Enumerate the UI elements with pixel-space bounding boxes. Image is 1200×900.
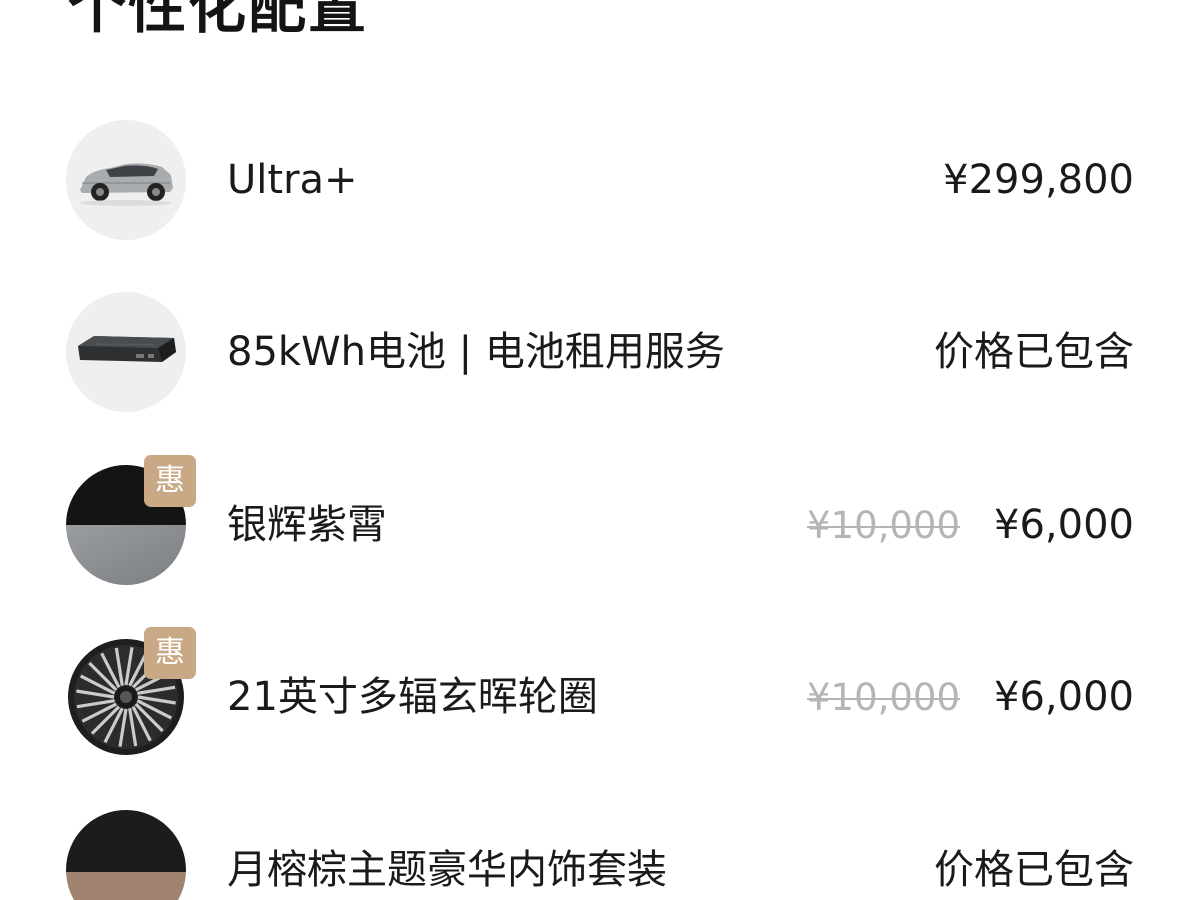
original-price: ¥10,000 <box>806 676 960 719</box>
item-name: 银辉紫霄 <box>227 502 387 548</box>
config-item-wheels[interactable]: 惠 21英寸多辐玄晖轮圈 ¥10,000 ¥6,000 <box>0 627 1200 767</box>
config-list: Ultra+ ¥299,800 85kWh电池 | 电池租用服务 价格已包含 惠… <box>0 0 1200 900</box>
config-item-paint[interactable]: 惠 银辉紫霄 ¥10,000 ¥6,000 <box>0 455 1200 595</box>
item-name: 85kWh电池 | 电池租用服务 <box>227 329 725 375</box>
item-price: ¥299,800 <box>943 157 1134 203</box>
config-item-interior[interactable]: 月榕棕主题豪华内饰套装 价格已包含 <box>0 810 1200 900</box>
interior-color-swatch <box>66 810 186 900</box>
item-price: 价格已包含 <box>934 847 1134 893</box>
item-name: 月榕棕主题豪华内饰套装 <box>227 847 667 893</box>
discount-badge: 惠 <box>144 627 196 679</box>
config-item-battery[interactable]: 85kWh电池 | 电池租用服务 价格已包含 <box>0 292 1200 422</box>
item-name: 21英寸多辐玄晖轮圈 <box>227 674 598 720</box>
battery-pack-image <box>66 292 186 412</box>
item-name: Ultra+ <box>227 157 358 203</box>
original-price: ¥10,000 <box>806 504 960 547</box>
item-price: ¥6,000 <box>994 674 1134 720</box>
item-price: ¥6,000 <box>994 502 1134 548</box>
car-suv-image <box>66 120 186 240</box>
item-price: 价格已包含 <box>934 329 1134 375</box>
config-item-trim[interactable]: Ultra+ ¥299,800 <box>0 120 1200 250</box>
discount-badge: 惠 <box>144 455 196 507</box>
